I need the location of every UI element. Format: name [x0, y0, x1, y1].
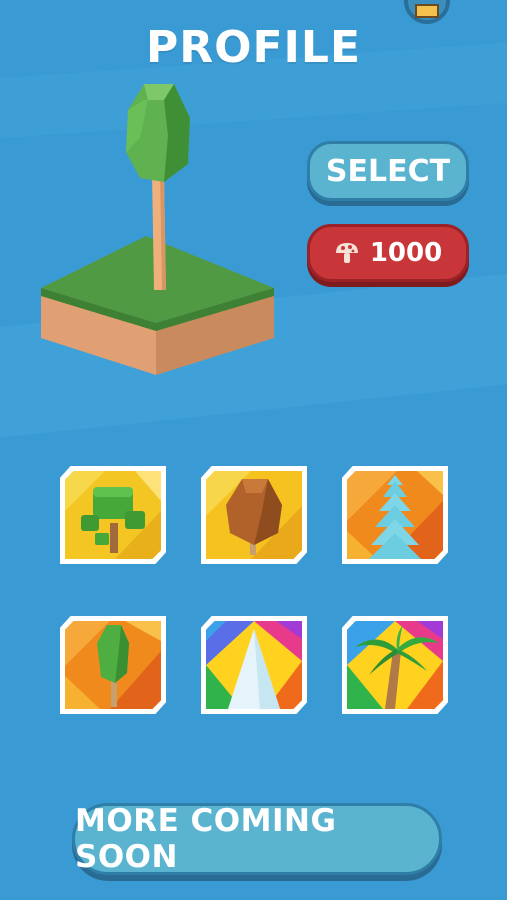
shop-icon: [415, 4, 439, 18]
bushy-tree-icon: [65, 471, 161, 559]
more-coming-soon-button[interactable]: MORE COMING SOON: [72, 803, 442, 875]
mushroom-icon: [335, 243, 358, 263]
select-button[interactable]: SELECT: [307, 141, 469, 201]
skin-card-bushy-tree[interactable]: [60, 466, 166, 564]
buy-button[interactable]: 1000: [307, 224, 469, 282]
page-title: PROFILE: [145, 22, 362, 73]
tree-preview: [41, 84, 274, 375]
skin-card-palm-tree[interactable]: [342, 616, 448, 714]
price-label: 1000: [369, 238, 443, 268]
shop-button[interactable]: [404, 0, 450, 24]
skin-card-white-cone-tree[interactable]: [201, 616, 307, 714]
green-poplar-tree-icon: [65, 621, 161, 709]
white-cone-tree-icon: [206, 621, 302, 709]
skin-card-blue-pine-tree[interactable]: [342, 466, 448, 564]
brown-round-tree-icon: [206, 471, 302, 559]
blue-pine-tree-icon: [347, 471, 443, 559]
skin-card-brown-round-tree[interactable]: [201, 466, 307, 564]
skin-card-green-poplar-tree[interactable]: [60, 616, 166, 714]
palm-tree-icon: [347, 621, 443, 709]
